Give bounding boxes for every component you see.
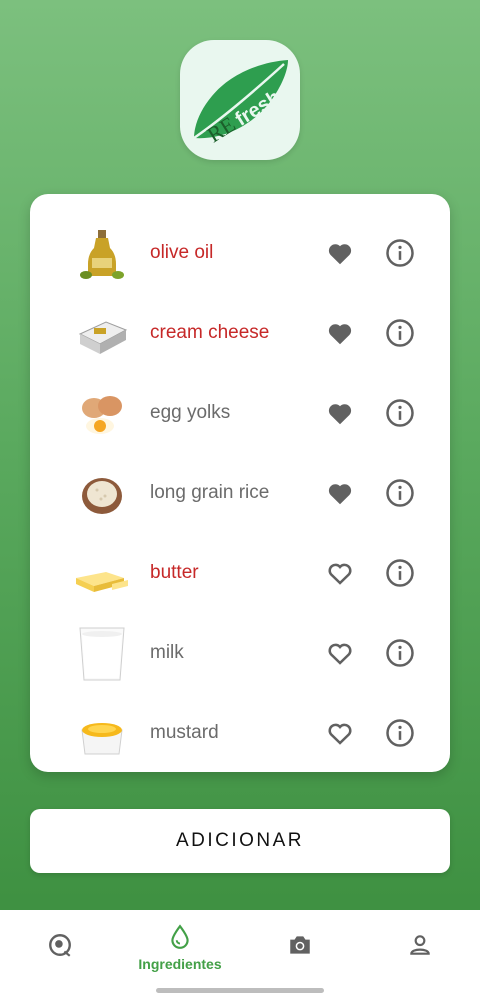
rice-bowl-image	[82, 478, 122, 514]
heart-filled-icon[interactable]	[325, 478, 355, 508]
nav-item-recipes[interactable]	[0, 910, 120, 980]
cream-cheese-image	[78, 321, 128, 354]
list-item[interactable]: olive oil	[30, 214, 450, 294]
heart-filled-icon[interactable]	[325, 398, 355, 428]
info-icon[interactable]	[385, 478, 415, 508]
heart-outline-icon[interactable]	[325, 718, 355, 748]
info-icon[interactable]	[385, 238, 415, 268]
nav-item-camera[interactable]	[240, 910, 360, 980]
heart-filled-icon[interactable]	[325, 318, 355, 348]
nav-item-ingredients[interactable]: Ingredientes	[120, 910, 240, 980]
ingredient-name: milk	[150, 642, 184, 663]
drop-icon	[171, 924, 189, 949]
ingredient-name: cream cheese	[150, 322, 270, 343]
list-item[interactable]: long grain rice	[30, 454, 450, 534]
heart-outline-icon[interactable]	[325, 638, 355, 668]
app-logo: RE fresh	[180, 40, 300, 160]
list-item[interactable]: butter	[30, 534, 450, 614]
camera-icon	[290, 936, 310, 954]
eggs-nav-icon	[49, 934, 71, 957]
mustard-ramekin-image	[81, 723, 123, 755]
info-icon[interactable]	[385, 718, 415, 748]
ingredient-list-card: olive oil cream cheese egg yolks long gr…	[30, 194, 450, 772]
info-icon[interactable]	[385, 318, 415, 348]
butter-image	[76, 572, 128, 592]
list-item[interactable]: egg yolks	[30, 374, 450, 454]
list-item[interactable]: mustard	[30, 694, 450, 772]
ingredient-name: egg yolks	[150, 402, 231, 423]
ingredient-name: long grain rice	[150, 482, 270, 503]
olive-oil-image	[80, 230, 124, 279]
eggs-image	[82, 396, 122, 434]
info-icon[interactable]	[385, 398, 415, 428]
ingredient-name: butter	[150, 562, 199, 583]
list-item[interactable]: milk	[30, 614, 450, 694]
person-icon	[410, 935, 430, 955]
nav-label-ingredients: Ingredientes	[138, 956, 222, 972]
home-indicator	[156, 988, 324, 993]
ingredient-name: mustard	[150, 722, 219, 743]
info-icon[interactable]	[385, 558, 415, 588]
bottom-navigation: Ingredientes	[0, 910, 480, 1000]
list-item[interactable]: cream cheese	[30, 294, 450, 374]
ingredient-name: olive oil	[150, 242, 214, 263]
heart-filled-icon[interactable]	[325, 238, 355, 268]
add-button[interactable]: ADICIONAR	[30, 809, 450, 873]
info-icon[interactable]	[385, 638, 415, 668]
milk-glass-image	[79, 627, 125, 681]
nav-item-profile[interactable]	[360, 910, 480, 980]
heart-outline-icon[interactable]	[325, 558, 355, 588]
